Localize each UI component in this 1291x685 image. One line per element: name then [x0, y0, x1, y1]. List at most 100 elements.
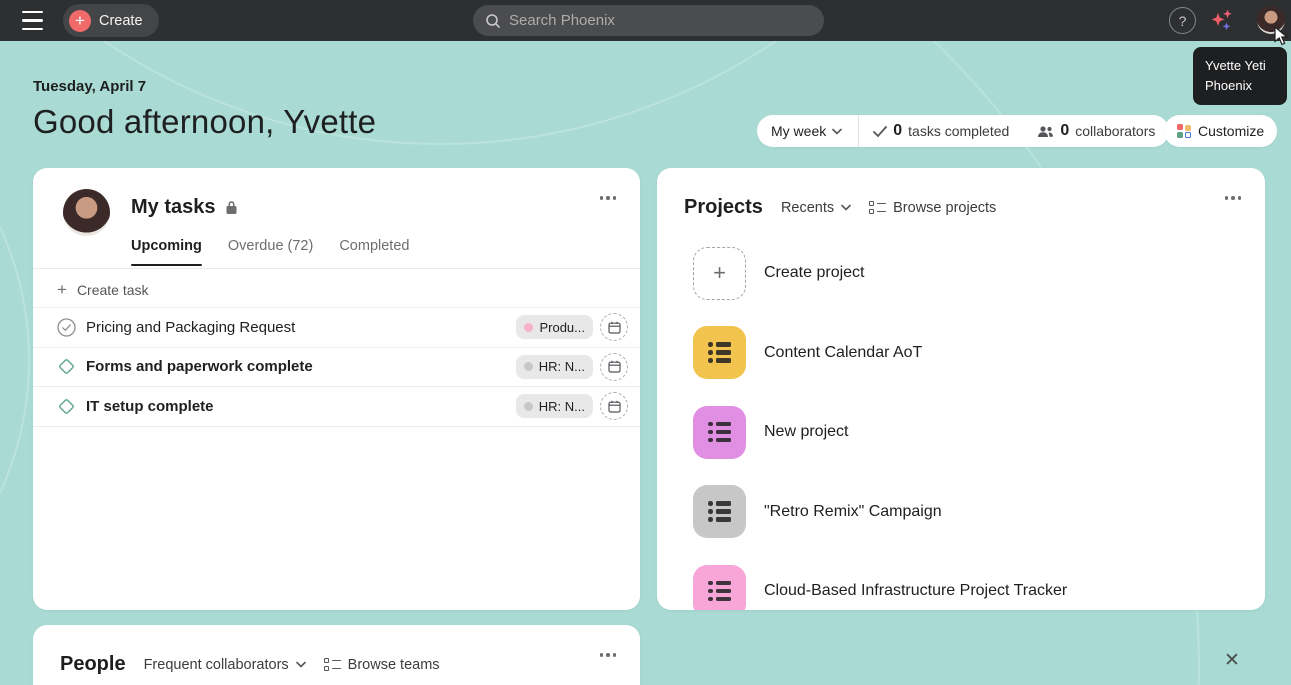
tag-color-dot [524, 402, 533, 411]
task-row[interactable]: IT setup complete HR: N... [33, 387, 640, 427]
project-row[interactable]: New project [693, 405, 1245, 459]
home-page: + Create ? Yvette Yeti Phoenix Tuesday, … [0, 0, 1291, 685]
search-input[interactable] [509, 12, 812, 29]
lock-icon [225, 200, 238, 215]
tag-label: HR: N... [539, 359, 585, 374]
plus-icon: + [693, 247, 746, 300]
check-icon [873, 126, 887, 137]
tag-label: HR: N... [539, 399, 585, 414]
collaborators-stat[interactable]: 0 collaborators [1023, 115, 1169, 147]
browse-projects-label: Browse projects [893, 200, 996, 216]
projects-menu-button[interactable] [1221, 192, 1246, 204]
chevron-down-icon [841, 204, 851, 211]
task-name: IT setup complete [86, 398, 516, 415]
project-row[interactable]: Cloud-Based Infrastructure Project Track… [693, 564, 1245, 610]
due-date-button[interactable] [600, 392, 628, 420]
tasks-completed-label: tasks completed [908, 123, 1009, 139]
project-list-icon [693, 485, 746, 538]
project-row[interactable]: "Retro Remix" Campaign [693, 485, 1245, 539]
current-date: Tuesday, April 7 [33, 78, 146, 95]
browse-teams-link[interactable]: Browse teams [324, 657, 440, 673]
create-task-label: Create task [77, 282, 149, 298]
people-widget: People Frequent collaborators Browse tea… [33, 625, 640, 685]
people-title: People [60, 653, 126, 676]
help-button[interactable]: ? [1169, 7, 1196, 34]
people-icon [1037, 125, 1054, 138]
project-list-icon [693, 565, 746, 611]
calendar-icon [608, 360, 621, 373]
tab-overdue[interactable]: Overdue (72) [228, 238, 313, 266]
project-name: "Retro Remix" Campaign [764, 503, 942, 521]
my-tasks-menu-button[interactable] [596, 192, 621, 204]
people-filter-label: Frequent collaborators [144, 657, 289, 673]
tooltip-workspace-name: Phoenix [1205, 76, 1275, 96]
project-list-icon [693, 406, 746, 459]
tasks-completed-stat[interactable]: 0 tasks completed [859, 115, 1023, 147]
check-circle-icon[interactable] [57, 318, 76, 337]
task-name: Pricing and Packaging Request [86, 319, 516, 336]
approval-diamond-icon[interactable] [57, 357, 76, 376]
browse-projects-link[interactable]: Browse projects [869, 200, 996, 216]
people-filter-dropdown[interactable]: Frequent collaborators [144, 657, 306, 673]
project-name: Cloud-Based Infrastructure Project Track… [764, 582, 1067, 600]
collaborators-label: collaborators [1075, 123, 1155, 139]
customize-button[interactable]: Customize [1164, 115, 1277, 147]
mouse-cursor [1274, 26, 1291, 46]
my-tasks-widget: My tasks Upcoming Overdue (72) Completed… [33, 168, 640, 610]
hamburger-menu-icon[interactable] [22, 11, 48, 30]
people-menu-button[interactable] [596, 649, 621, 661]
calendar-icon [608, 321, 621, 334]
my-week-label: My week [771, 123, 826, 139]
help-glyph: ? [1179, 13, 1187, 29]
tasks-completed-count: 0 [893, 122, 902, 140]
project-name: New project [764, 423, 848, 441]
projects-title: Projects [684, 196, 763, 219]
create-project-label: Create project [764, 264, 865, 282]
create-button-label: Create [99, 13, 143, 29]
projects-filter-dropdown[interactable]: Recents [781, 200, 851, 216]
projects-widget: Projects Recents Browse projects + Creat… [657, 168, 1265, 610]
task-row[interactable]: Pricing and Packaging Request Produ... [33, 308, 640, 348]
task-project-tag[interactable]: HR: N... [516, 394, 593, 418]
project-row[interactable]: Content Calendar AoT [693, 326, 1245, 380]
calendar-icon [608, 400, 621, 413]
header-stats-pill: My week 0 tasks completed 0 collaborator… [757, 115, 1169, 147]
tag-label: Produ... [539, 320, 585, 335]
tab-completed[interactable]: Completed [339, 238, 409, 266]
task-project-tag[interactable]: Produ... [516, 315, 593, 339]
project-list-icon [693, 326, 746, 379]
task-row[interactable]: Forms and paperwork complete HR: N... [33, 348, 640, 388]
approval-diamond-icon[interactable] [57, 397, 76, 416]
plus-icon: + [57, 280, 67, 300]
due-date-button[interactable] [600, 313, 628, 341]
my-tasks-avatar[interactable] [63, 189, 110, 236]
ai-sparkle-icon[interactable] [1207, 6, 1237, 36]
tooltip-user-name: Yvette Yeti [1205, 56, 1275, 76]
avatar-tooltip: Yvette Yeti Phoenix [1193, 47, 1287, 105]
search-bar[interactable] [473, 5, 824, 36]
close-icon[interactable]: ✕ [1220, 648, 1244, 672]
collaborators-count: 0 [1060, 122, 1069, 140]
my-week-dropdown[interactable]: My week [757, 115, 859, 147]
tag-color-dot [524, 362, 533, 371]
chevron-down-icon [832, 128, 842, 135]
top-bar: + Create ? [0, 0, 1291, 41]
project-name: Content Calendar AoT [764, 344, 922, 362]
tab-upcoming[interactable]: Upcoming [131, 238, 202, 266]
tag-color-dot [524, 323, 533, 332]
create-project-button[interactable]: + Create project [693, 246, 1245, 300]
create-task-button[interactable]: + Create task [33, 272, 640, 308]
due-date-button[interactable] [600, 353, 628, 381]
chevron-down-icon [296, 661, 306, 668]
my-tasks-title: My tasks [131, 196, 216, 219]
create-button[interactable]: + Create [63, 4, 159, 37]
plus-icon: + [69, 10, 91, 32]
browse-teams-label: Browse teams [348, 657, 440, 673]
task-name: Forms and paperwork complete [86, 358, 516, 375]
my-tasks-tabs: Upcoming Overdue (72) Completed [131, 238, 640, 266]
greeting-title: Good afternoon, Yvette [33, 103, 376, 141]
task-project-tag[interactable]: HR: N... [516, 355, 593, 379]
customize-label: Customize [1198, 123, 1264, 139]
projects-filter-label: Recents [781, 200, 834, 216]
search-icon [485, 13, 501, 29]
